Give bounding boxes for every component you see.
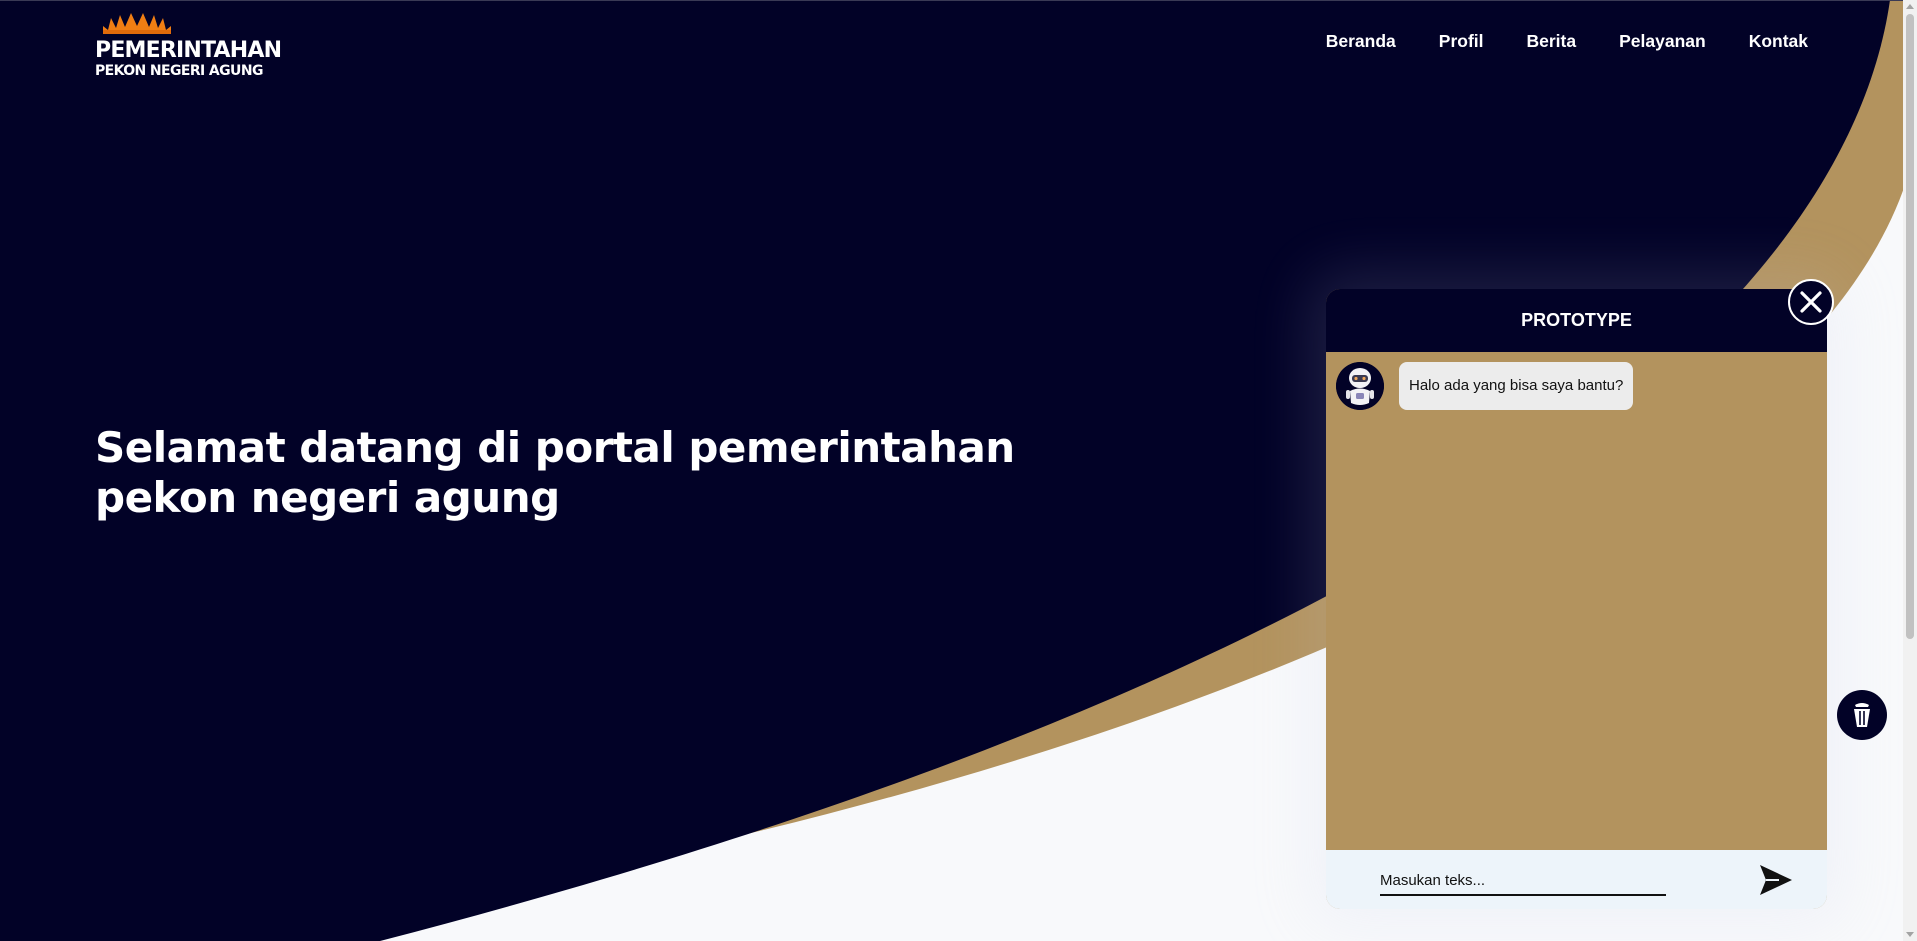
nav-pelayanan[interactable]: Pelayanan <box>1619 30 1706 52</box>
nav-profil[interactable]: Profil <box>1439 30 1484 52</box>
site-logo[interactable]: PEMERINTAHAN PEKON NEGERI AGUNG <box>95 12 295 79</box>
scroll-down-arrow-icon[interactable] <box>1906 932 1914 937</box>
robot-avatar-icon <box>1336 362 1384 410</box>
hero-heading-line-2: pekon negeri agung <box>95 473 560 522</box>
lamp-icon <box>1854 703 1870 727</box>
chat-header: PROTOTYPE <box>1326 289 1827 352</box>
chat-messages: Halo ada yang bisa saya bantu? <box>1326 352 1827 850</box>
logo-subtitle: PEKON NEGERI AGUNG <box>95 63 263 79</box>
hero-heading: Selamat datang di portal pemerintahan pe… <box>95 423 1045 523</box>
logo-title: PEMERINTAHAN <box>95 38 282 63</box>
send-icon[interactable] <box>1759 864 1793 896</box>
chat-title: PROTOTYPE <box>1521 310 1632 330</box>
chat-text-input[interactable] <box>1380 866 1666 896</box>
scroll-up-arrow-icon[interactable] <box>1906 4 1914 9</box>
chat-input-bar <box>1326 850 1827 909</box>
main-nav: Beranda Profil Berita Pelayanan Kontak <box>1283 30 1808 52</box>
page-scrollbar[interactable] <box>1903 0 1917 941</box>
close-chat-button[interactable] <box>1788 279 1834 325</box>
nav-kontak[interactable]: Kontak <box>1749 30 1808 52</box>
bot-message: Halo ada yang bisa saya bantu? <box>1399 362 1634 410</box>
close-icon <box>1800 291 1822 313</box>
crown-emblem-icon <box>103 13 171 34</box>
scroll-thumb[interactable] <box>1906 14 1914 639</box>
nav-berita[interactable]: Berita <box>1527 30 1577 52</box>
hero-heading-line-1: Selamat datang di portal pemerintahan <box>95 423 1015 472</box>
chat-launcher-button[interactable] <box>1837 690 1887 740</box>
nav-beranda[interactable]: Beranda <box>1326 30 1396 52</box>
chat-widget: PROTOTYPE Halo ada yang bisa saya bantu? <box>1326 289 1827 909</box>
